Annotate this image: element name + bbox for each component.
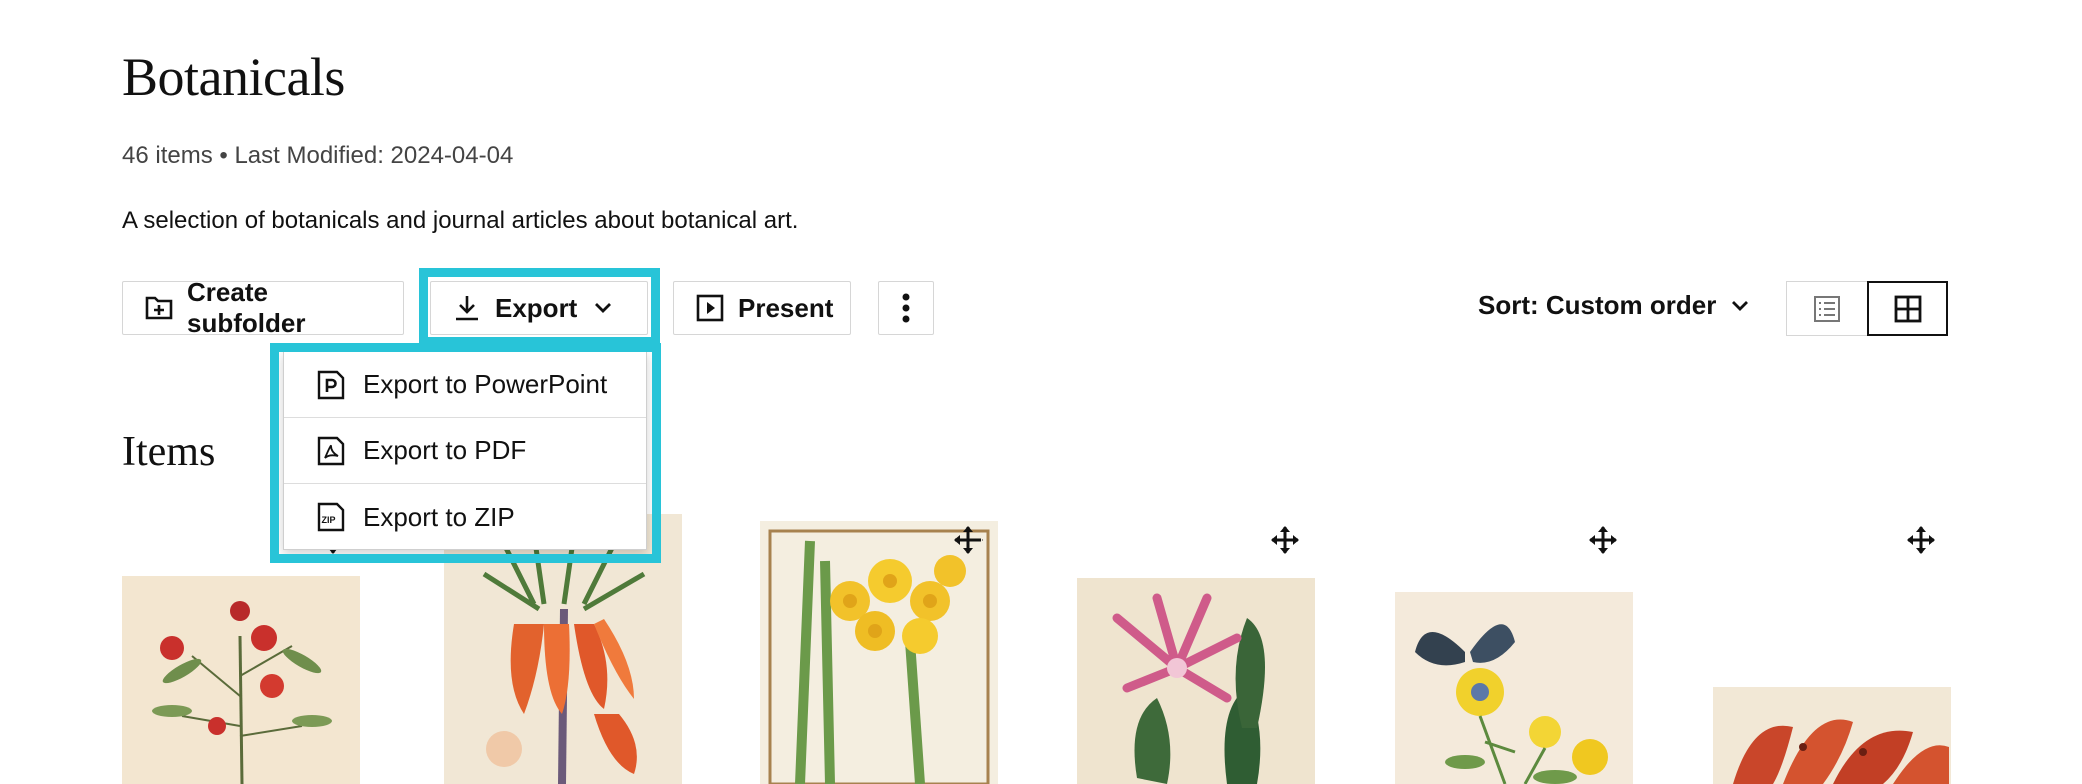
flowering-branch-illustration	[122, 576, 360, 784]
drag-handle-icon[interactable]	[1270, 525, 1300, 555]
export-zip-item[interactable]: ZIP Export to ZIP	[284, 484, 646, 550]
drag-handle-icon[interactable]	[1906, 525, 1936, 555]
chevron-down-icon	[595, 303, 612, 313]
export-powerpoint-label: Export to PowerPoint	[363, 369, 608, 399]
list-view-icon	[1814, 295, 1840, 322]
thumbnail-4[interactable]	[1077, 578, 1315, 784]
export-pdf-item[interactable]: Export to PDF	[284, 418, 646, 484]
crown-imperial-illustration	[444, 514, 682, 784]
chevron-down-icon	[1732, 300, 1749, 311]
create-subfolder-button[interactable]: Create subfolder	[122, 277, 404, 338]
thumbnail-3[interactable]	[760, 521, 998, 784]
download-icon	[456, 296, 478, 321]
svg-text:ZIP: ZIP	[322, 515, 336, 525]
export-menu: Export to PowerPoint Export to PDF ZIP E…	[283, 351, 647, 550]
lily-illustration	[1713, 687, 1951, 784]
sort-label: Sort: Custom order	[1478, 290, 1717, 320]
thumbnail-5[interactable]	[1395, 592, 1633, 784]
zip-icon: ZIP	[317, 502, 345, 532]
powerpoint-icon	[317, 370, 345, 399]
folder-description: A selection of botanicals and journal ar…	[122, 207, 799, 234]
export-pdf-label: Export to PDF	[363, 435, 527, 465]
grid-view-icon	[1894, 295, 1921, 322]
folder-meta: 46 items • Last Modified: 2024-04-04	[122, 142, 514, 169]
export-label: Export	[495, 292, 578, 323]
thumbnail-6[interactable]	[1713, 687, 1951, 784]
items-heading: Items	[122, 429, 216, 475]
drag-handle-icon[interactable]	[1588, 525, 1618, 555]
butterfly-flower-illustration	[1395, 592, 1633, 784]
export-button[interactable]: Export	[430, 281, 648, 335]
sort-dropdown[interactable]: Sort: Custom order	[1478, 290, 1750, 321]
cactus-flower-illustration	[1077, 578, 1315, 784]
thumbnail-2[interactable]	[444, 514, 682, 784]
export-powerpoint-item[interactable]: Export to PowerPoint	[284, 352, 646, 418]
export-zip-label: Export to ZIP	[363, 501, 515, 532]
play-square-icon	[696, 294, 724, 322]
more-options-button[interactable]	[878, 281, 934, 335]
thumbnail-1[interactable]	[122, 576, 360, 784]
present-label: Present	[738, 292, 834, 323]
create-subfolder-label: Create subfolder	[187, 277, 306, 338]
page-title: Botanicals	[122, 47, 345, 107]
pdf-icon	[317, 436, 345, 465]
grid-view-button[interactable]	[1867, 281, 1948, 336]
folder-plus-icon	[145, 296, 173, 320]
daffodil-illustration	[760, 521, 998, 784]
present-button[interactable]: Present	[673, 281, 851, 335]
drag-handle-icon[interactable]	[953, 525, 983, 555]
list-view-button[interactable]	[1786, 281, 1867, 336]
vertical-ellipsis-icon	[902, 293, 910, 323]
